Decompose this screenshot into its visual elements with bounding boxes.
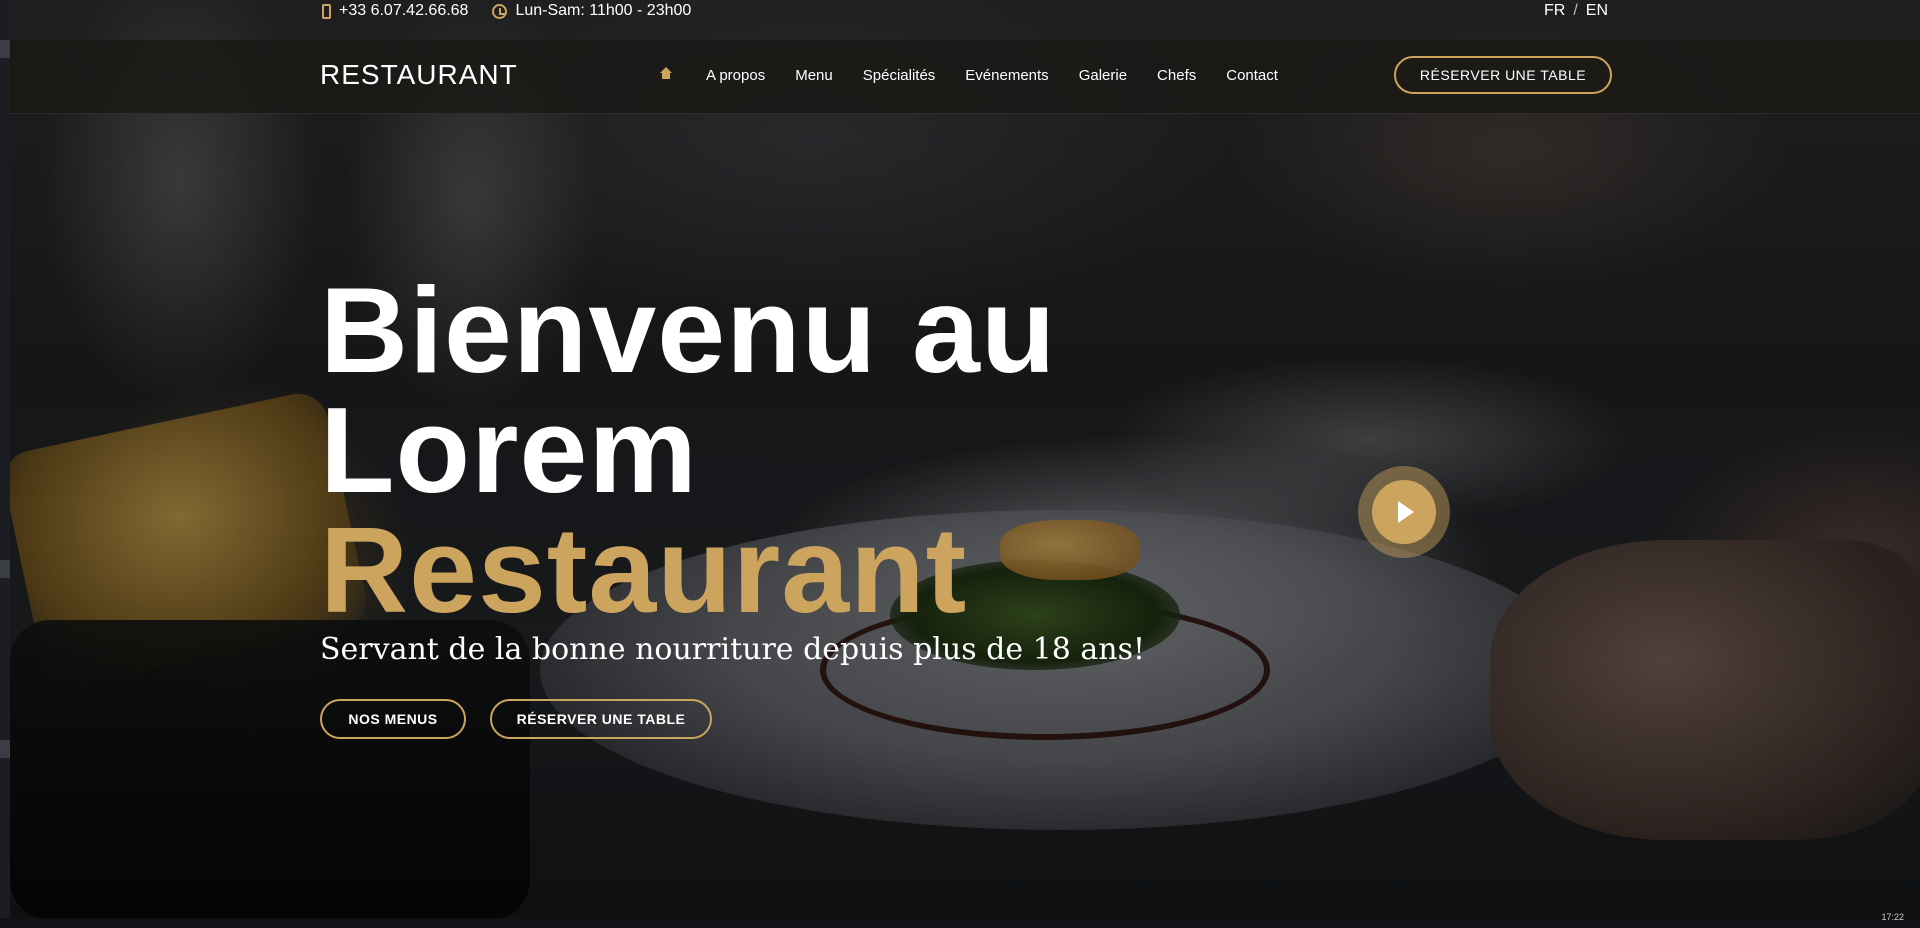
hero-tagline: Servant de la bonne nourriture depuis pl… <box>320 632 1146 667</box>
edge-marker <box>0 560 10 578</box>
edge-marker <box>0 40 10 58</box>
contact-info: +33 6.07.42.66.68 Lun-Sam: 11h00 - 23h00 <box>322 2 691 20</box>
opening-hours: Lun-Sam: 11h00 - 23h00 <box>515 2 692 19</box>
play-icon <box>1398 501 1414 523</box>
hero-title: Bienvenu au Lorem Restaurant <box>320 262 1145 638</box>
hero-content: Bienvenu au Lorem Restaurant Servant de … <box>320 262 1146 739</box>
language-switcher: FR / EN <box>1544 2 1608 20</box>
edge-marker <box>0 740 10 758</box>
lang-fr-link[interactable]: FR <box>1544 2 1565 20</box>
taskbar-clock: 17:22 <box>1881 912 1904 922</box>
phone-number: +33 6.07.42.66.68 <box>339 2 469 19</box>
hero-title-accent: Restaurant <box>320 502 968 638</box>
hero-reserve-button[interactable]: RÉSERVER UNE TABLE <box>490 699 712 739</box>
header-reserve-button[interactable]: RÉSERVER UNE TABLE <box>1394 56 1612 94</box>
play-video-button[interactable] <box>1358 466 1450 558</box>
home-icon[interactable] <box>660 66 672 82</box>
phone-icon <box>322 3 331 19</box>
nav-item-chefs[interactable]: Chefs <box>1157 67 1196 84</box>
play-button-circle <box>1372 480 1436 544</box>
hero-title-line2: Lorem <box>320 382 698 518</box>
main-nav: A propos Menu Spécialités Evénements Gal… <box>660 66 1308 84</box>
hero-title-line1: Bienvenu au <box>320 262 1057 398</box>
nav-item-menu[interactable]: Menu <box>795 67 833 84</box>
window-edge <box>0 0 10 928</box>
nav-item-evenements[interactable]: Evénements <box>965 67 1048 84</box>
clock-icon <box>492 3 508 19</box>
top-info-bar: +33 6.07.42.66.68 Lun-Sam: 11h00 - 23h00… <box>10 0 1920 40</box>
main-header: RESTAURANT A propos Menu Spécialités Evé… <box>10 40 1920 114</box>
nav-item-specialites[interactable]: Spécialités <box>863 67 936 84</box>
site-logo[interactable]: RESTAURANT <box>320 59 518 91</box>
os-taskbar: 17:22 <box>0 912 1920 928</box>
nav-item-apropos[interactable]: A propos <box>706 67 765 84</box>
lang-en-link[interactable]: EN <box>1586 2 1608 20</box>
lang-separator: / <box>1573 2 1578 19</box>
hero-buttons: NOS MENUS RÉSERVER UNE TABLE <box>320 699 1145 739</box>
menus-button[interactable]: NOS MENUS <box>320 699 466 739</box>
nav-item-contact[interactable]: Contact <box>1226 67 1278 84</box>
nav-item-galerie[interactable]: Galerie <box>1079 67 1127 84</box>
